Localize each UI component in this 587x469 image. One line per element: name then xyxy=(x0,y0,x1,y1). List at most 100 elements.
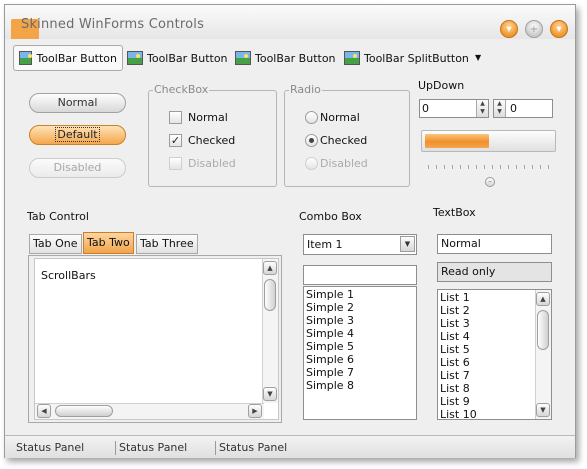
checkbox-box xyxy=(169,157,182,170)
radio-group: Radio Normal Checked Disabled xyxy=(284,83,410,187)
checkbox-checked[interactable]: ✓ Checked xyxy=(169,134,235,147)
maximize-button[interactable]: + xyxy=(525,20,543,38)
normal-button-label: Normal xyxy=(57,96,98,109)
normal-textbox[interactable]: Normal xyxy=(437,234,552,254)
trackbar-ticks xyxy=(428,165,550,169)
scroll-up-icon[interactable]: ▲ xyxy=(263,261,277,275)
chevron-down-icon[interactable]: ▼ xyxy=(400,236,415,252)
minimize-icon: ▾ xyxy=(506,24,512,35)
status-bar: Status Panel Status Panel Status Panel xyxy=(5,435,575,458)
radio-label: Checked xyxy=(320,134,368,147)
textbox-value: Normal xyxy=(441,237,481,250)
toolbar-button-1[interactable]: ToolBar Button xyxy=(13,45,123,71)
updown-field-1[interactable]: 0 ▲ ▼ xyxy=(419,99,489,118)
radio-circle[interactable] xyxy=(305,111,318,124)
spin-arrows-icon[interactable]: ▲ ▼ xyxy=(476,100,488,117)
list-item[interactable]: Simple 5 xyxy=(304,340,416,353)
readonly-textbox: Read only xyxy=(437,262,552,282)
toolbar-split-button[interactable]: ToolBar SplitButton xyxy=(339,45,474,71)
checkbox-label: Disabled xyxy=(188,157,236,170)
combo-selected-value: Item 1 xyxy=(307,238,343,251)
minimize-button[interactable]: ▾ xyxy=(500,20,518,38)
radio-circle xyxy=(305,157,318,170)
list-item[interactable]: Simple 1 xyxy=(304,288,416,301)
checkbox-label: Normal xyxy=(188,111,228,124)
list-item[interactable]: Simple 6 xyxy=(304,353,416,366)
progress-fill xyxy=(425,134,489,148)
textbox-label: TextBox xyxy=(433,206,476,219)
scroll-down-icon[interactable]: ▼ xyxy=(536,403,550,417)
scroll-right-icon[interactable]: ▶ xyxy=(248,404,262,418)
close-button[interactable]: ▾ xyxy=(550,20,568,38)
toolbar-button-2[interactable]: ToolBar Button xyxy=(122,45,233,71)
main-window: Skinned WinForms Controls ▾ + ▾ ToolBar … xyxy=(4,4,576,458)
picture-icon xyxy=(127,51,143,65)
tab-two[interactable]: Tab Two xyxy=(83,232,134,254)
tab-one[interactable]: Tab One xyxy=(29,234,82,254)
scroll-down-icon[interactable]: ▼ xyxy=(263,387,277,401)
simple-combo-input[interactable] xyxy=(303,265,417,285)
title-bar[interactable]: Skinned WinForms Controls ▾ + ▾ xyxy=(5,5,575,39)
checkbox-label: Checked xyxy=(188,134,236,147)
scroll-thumb[interactable] xyxy=(264,279,276,311)
toolbar-button-label: ToolBar Button xyxy=(147,51,228,65)
simple-combo-list[interactable]: Simple 1 Simple 2 Simple 3 Simple 4 Simp… xyxy=(303,286,417,420)
tab-control-label: Tab Control xyxy=(27,210,89,223)
checkbox-group-label: CheckBox xyxy=(153,83,210,96)
spin-arrows-icon[interactable]: ▲ ▼ xyxy=(494,100,506,117)
split-dropdown-arrow-icon[interactable]: ▼ xyxy=(475,53,481,62)
updown-value: 0 xyxy=(510,102,517,115)
window-title: Skinned WinForms Controls xyxy=(21,17,205,32)
scroll-left-icon[interactable]: ◀ xyxy=(37,404,51,418)
list-item[interactable]: Simple 3 xyxy=(304,314,416,327)
toolbar: ToolBar Button ToolBar Button ToolBar Bu… xyxy=(5,41,575,75)
horizontal-scrollbar[interactable]: ◀ ▶ xyxy=(35,403,264,419)
updown-value: 0 xyxy=(422,102,429,115)
scroll-thumb[interactable] xyxy=(55,405,113,417)
updown-field-2[interactable]: ▲ ▼ 0 xyxy=(493,99,553,118)
status-panel: Status Panel xyxy=(115,441,187,455)
tab-page: ScrollBars ▲ ▼ ◀ ▶ xyxy=(28,255,282,423)
toolbar-button-label: ToolBar Button xyxy=(255,51,336,65)
disabled-button-label: Disabled xyxy=(53,161,102,174)
radio-circle[interactable] xyxy=(305,134,318,147)
radio-normal[interactable]: Normal xyxy=(305,111,360,124)
vertical-scrollbar[interactable]: ▲ ▼ xyxy=(535,290,551,419)
list-item[interactable]: Simple 7 xyxy=(304,366,416,379)
close-icon: ▾ xyxy=(556,24,562,35)
checkbox-disabled: Disabled xyxy=(169,157,236,170)
combo-box-label: Combo Box xyxy=(299,210,362,223)
toolbar-button-label: ToolBar SplitButton xyxy=(364,51,469,65)
updown-label: UpDown xyxy=(418,79,465,92)
checkbox-normal[interactable]: Normal xyxy=(169,111,228,124)
combo-dropdown[interactable]: Item 1 ▼ xyxy=(303,234,417,255)
radio-group-label: Radio xyxy=(289,83,322,96)
list-item[interactable]: Simple 4 xyxy=(304,327,416,340)
trackbar-thumb-icon[interactable]: – xyxy=(485,177,495,187)
picture-icon xyxy=(344,51,360,65)
default-button[interactable]: Default xyxy=(29,125,126,145)
list-item[interactable]: Simple 2 xyxy=(304,301,416,314)
disabled-button: Disabled xyxy=(29,158,126,178)
checkbox-box[interactable] xyxy=(169,111,182,124)
checkbox-group: CheckBox Normal ✓ Checked Disabled xyxy=(148,83,277,187)
status-panel: Status Panel xyxy=(16,441,85,454)
radio-label: Disabled xyxy=(320,157,368,170)
radio-checked[interactable]: Checked xyxy=(305,134,367,147)
scroll-thumb[interactable] xyxy=(537,310,549,350)
listbox[interactable]: List 1 List 2 List 3 List 4 List 5 List … xyxy=(437,289,552,420)
normal-button[interactable]: Normal xyxy=(29,93,126,113)
toolbar-button-label: ToolBar Button xyxy=(36,51,117,65)
scroll-up-icon[interactable]: ▲ xyxy=(536,292,550,306)
default-button-label: Default xyxy=(55,127,100,142)
progress-bar xyxy=(421,130,556,152)
list-item[interactable]: Simple 8 xyxy=(304,379,416,392)
radio-label: Normal xyxy=(320,111,360,124)
textbox-value: Read only xyxy=(441,265,496,278)
vertical-scrollbar[interactable]: ▲ ▼ xyxy=(262,259,278,403)
toolbar-button-3[interactable]: ToolBar Button xyxy=(230,45,341,71)
tab-three[interactable]: Tab Three xyxy=(136,234,198,254)
status-panel: Status Panel xyxy=(215,441,287,455)
scrollable-panel[interactable]: ScrollBars ▲ ▼ ◀ ▶ xyxy=(34,258,279,420)
checkmark-icon[interactable]: ✓ xyxy=(169,134,182,147)
